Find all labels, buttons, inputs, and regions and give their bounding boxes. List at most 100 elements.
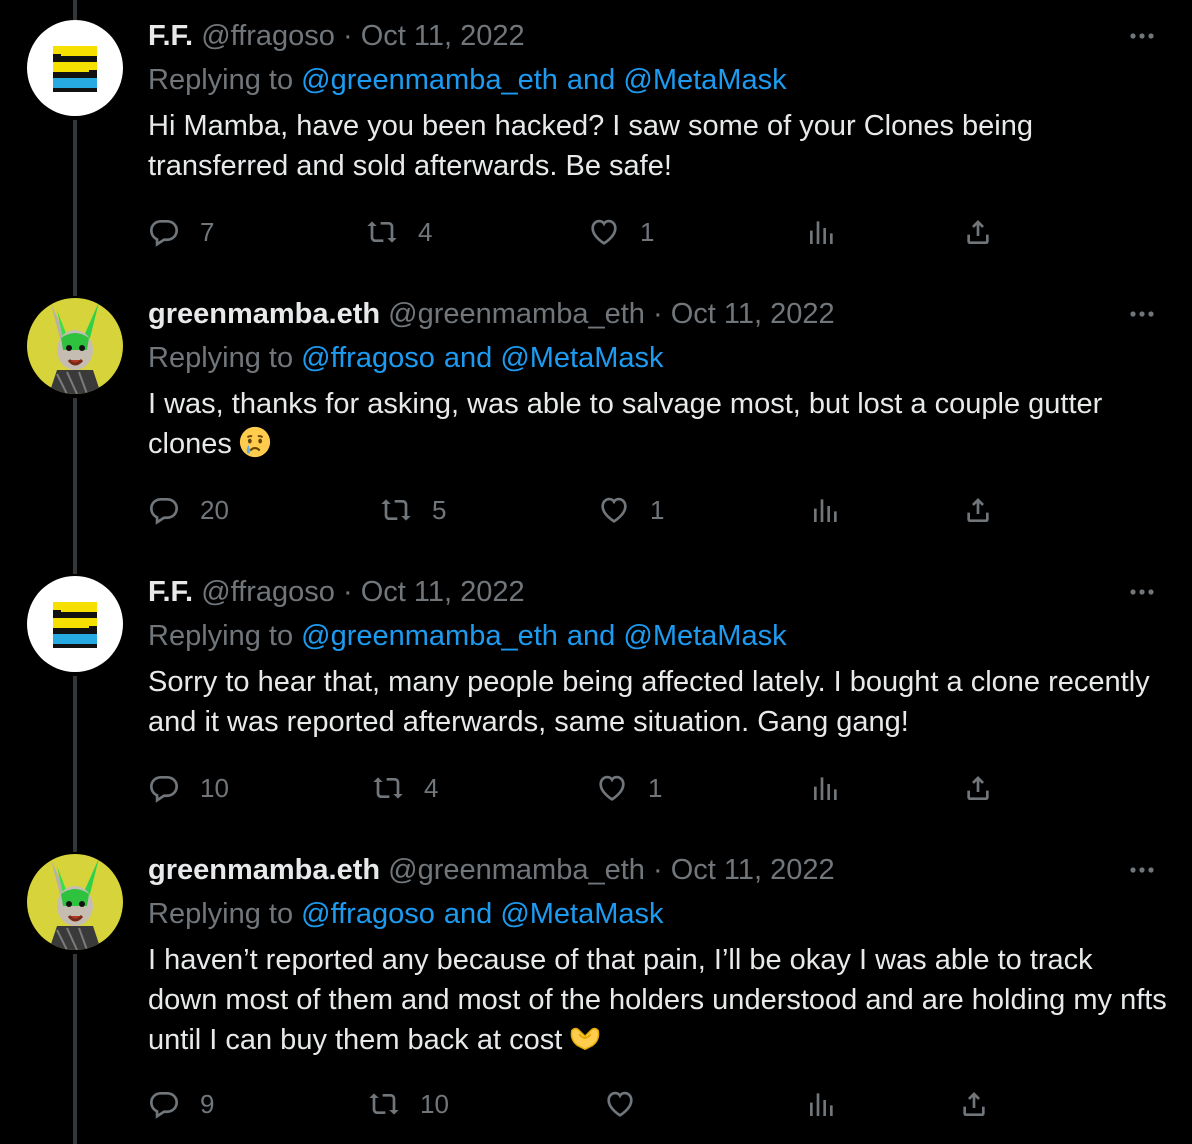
tweet-date[interactable]: Oct 11, 2022 [361, 576, 525, 608]
mention-and: and [443, 898, 493, 930]
share-icon [967, 220, 989, 244]
avatar[interactable] [27, 20, 123, 116]
tweet[interactable]: greenmamba.eth @greenmamba_eth · Oct 11,… [0, 278, 1192, 556]
retweet-button[interactable]: 4 [372, 768, 438, 808]
reply-count: 9 [200, 1088, 215, 1119]
views-chart-icon [810, 1093, 833, 1116]
tweet-text: I was, thanks for asking, was able to sa… [148, 384, 1168, 464]
retweet-button[interactable]: 10 [368, 1084, 449, 1124]
mention-link[interactable]: @MetaMask [623, 64, 786, 96]
tweet-header: F.F. @ffragoso · Oct 11, 2022 [148, 574, 525, 610]
views-button[interactable] [810, 490, 842, 530]
mention-link[interactable]: @ffragoso [301, 898, 435, 930]
like-button[interactable]: 1 [596, 768, 662, 808]
mention-and: and [443, 342, 493, 374]
reply-icon [149, 220, 179, 247]
reply-button[interactable]: 9 [148, 1084, 214, 1124]
tweet-date[interactable]: Oct 11, 2022 [671, 854, 835, 886]
more-icon [1130, 311, 1154, 317]
share-icon [967, 776, 989, 800]
retweet-icon [381, 499, 411, 521]
avatar[interactable] [27, 854, 123, 950]
tweet[interactable]: F.F. @ffragoso · Oct 11, 2022 Replying t… [0, 556, 1192, 834]
views-button[interactable] [806, 212, 838, 252]
views-chart-icon [814, 777, 837, 800]
more-options-button[interactable] [1126, 582, 1158, 602]
heart-icon [607, 1091, 633, 1117]
separator: · [342, 576, 353, 608]
mention-link[interactable]: @ffragoso [301, 342, 435, 374]
like-button[interactable] [604, 1084, 656, 1124]
tweet[interactable]: F.F. @ffragoso · Oct 11, 2022 Replying t… [0, 0, 1192, 278]
views-chart-icon [814, 499, 837, 522]
more-icon [1130, 589, 1154, 595]
green-rabbit-avatar-icon [27, 854, 123, 950]
tweet-text: Hi Mamba, have you been hacked? I saw so… [148, 106, 1168, 186]
more-icon [1130, 867, 1154, 873]
retweet-button[interactable]: 4 [366, 212, 432, 252]
tweet-date[interactable]: Oct 11, 2022 [671, 298, 835, 330]
replying-to: Replying to @greenmamba_eth and @MetaMask [148, 618, 787, 654]
views-button[interactable] [810, 768, 842, 808]
reply-count: 7 [200, 216, 215, 247]
heart-icon [599, 775, 625, 801]
mention-link[interactable]: @MetaMask [623, 620, 786, 652]
reply-count: 10 [200, 772, 229, 803]
mention-link[interactable]: @MetaMask [500, 898, 663, 930]
retweet-icon [369, 1093, 399, 1115]
user-handle[interactable]: @ffragoso [201, 20, 335, 52]
replying-to-label: Replying to [148, 620, 294, 652]
like-button[interactable]: 1 [588, 212, 654, 252]
tweet[interactable]: greenmamba.eth @greenmamba_eth · Oct 11,… [0, 834, 1192, 1144]
user-handle[interactable]: @greenmamba_eth [388, 854, 645, 886]
user-handle[interactable]: @greenmamba_eth [388, 298, 645, 330]
more-options-button[interactable] [1126, 304, 1158, 324]
retweet-count: 10 [420, 1088, 449, 1119]
like-count: 1 [640, 216, 655, 247]
more-options-button[interactable] [1126, 26, 1158, 46]
share-button[interactable] [958, 1084, 990, 1124]
display-name[interactable]: greenmamba.eth [148, 298, 380, 330]
reply-icon [149, 776, 179, 803]
display-name[interactable]: F.F. [148, 20, 193, 52]
share-icon [963, 1092, 985, 1116]
reply-button[interactable]: 10 [148, 768, 229, 808]
more-options-button[interactable] [1126, 860, 1158, 880]
tweet-text-content: Hi Mamba, have you been hacked? I saw so… [148, 110, 1033, 182]
crying-face-icon [239, 427, 270, 458]
reply-button[interactable]: 20 [148, 490, 229, 530]
ff-stripes-avatar-icon [27, 20, 123, 116]
heart-icon [601, 497, 627, 523]
tweet-text-content: I was, thanks for asking, was able to sa… [148, 388, 1103, 460]
avatar[interactable] [27, 576, 123, 672]
mention-link[interactable]: @greenmamba_eth [301, 620, 558, 652]
replying-to-label: Replying to [148, 898, 294, 930]
like-button[interactable]: 1 [598, 490, 664, 530]
views-button[interactable] [806, 1084, 838, 1124]
display-name[interactable]: F.F. [148, 576, 193, 608]
reply-button[interactable]: 7 [148, 212, 214, 252]
retweet-count: 4 [418, 216, 433, 247]
ff-stripes-avatar-icon [27, 576, 123, 672]
share-button[interactable] [962, 768, 994, 808]
mention-link[interactable]: @greenmamba_eth [301, 64, 558, 96]
retweet-button[interactable]: 5 [380, 490, 446, 530]
views-chart-icon [810, 221, 833, 244]
separator: · [342, 20, 353, 52]
like-count: 1 [650, 494, 665, 525]
replying-to: Replying to @greenmamba_eth and @MetaMask [148, 62, 787, 98]
share-button[interactable] [962, 212, 994, 252]
heart-icon [591, 219, 617, 245]
tweet-header: greenmamba.eth @greenmamba_eth · Oct 11,… [148, 296, 835, 332]
tweet-header: F.F. @ffragoso · Oct 11, 2022 [148, 18, 525, 54]
tweet-date[interactable]: Oct 11, 2022 [361, 20, 525, 52]
mention-link[interactable]: @MetaMask [500, 342, 663, 374]
more-icon [1130, 33, 1154, 39]
display-name[interactable]: greenmamba.eth [148, 854, 380, 886]
action-bar: 9 10 [0, 1084, 1192, 1124]
user-handle[interactable]: @ffragoso [201, 576, 335, 608]
replying-to: Replying to @ffragoso and @MetaMask [148, 340, 664, 376]
share-button[interactable] [962, 490, 994, 530]
avatar[interactable] [27, 298, 123, 394]
tweet-text-content: Sorry to hear that, many people being af… [148, 666, 1150, 738]
